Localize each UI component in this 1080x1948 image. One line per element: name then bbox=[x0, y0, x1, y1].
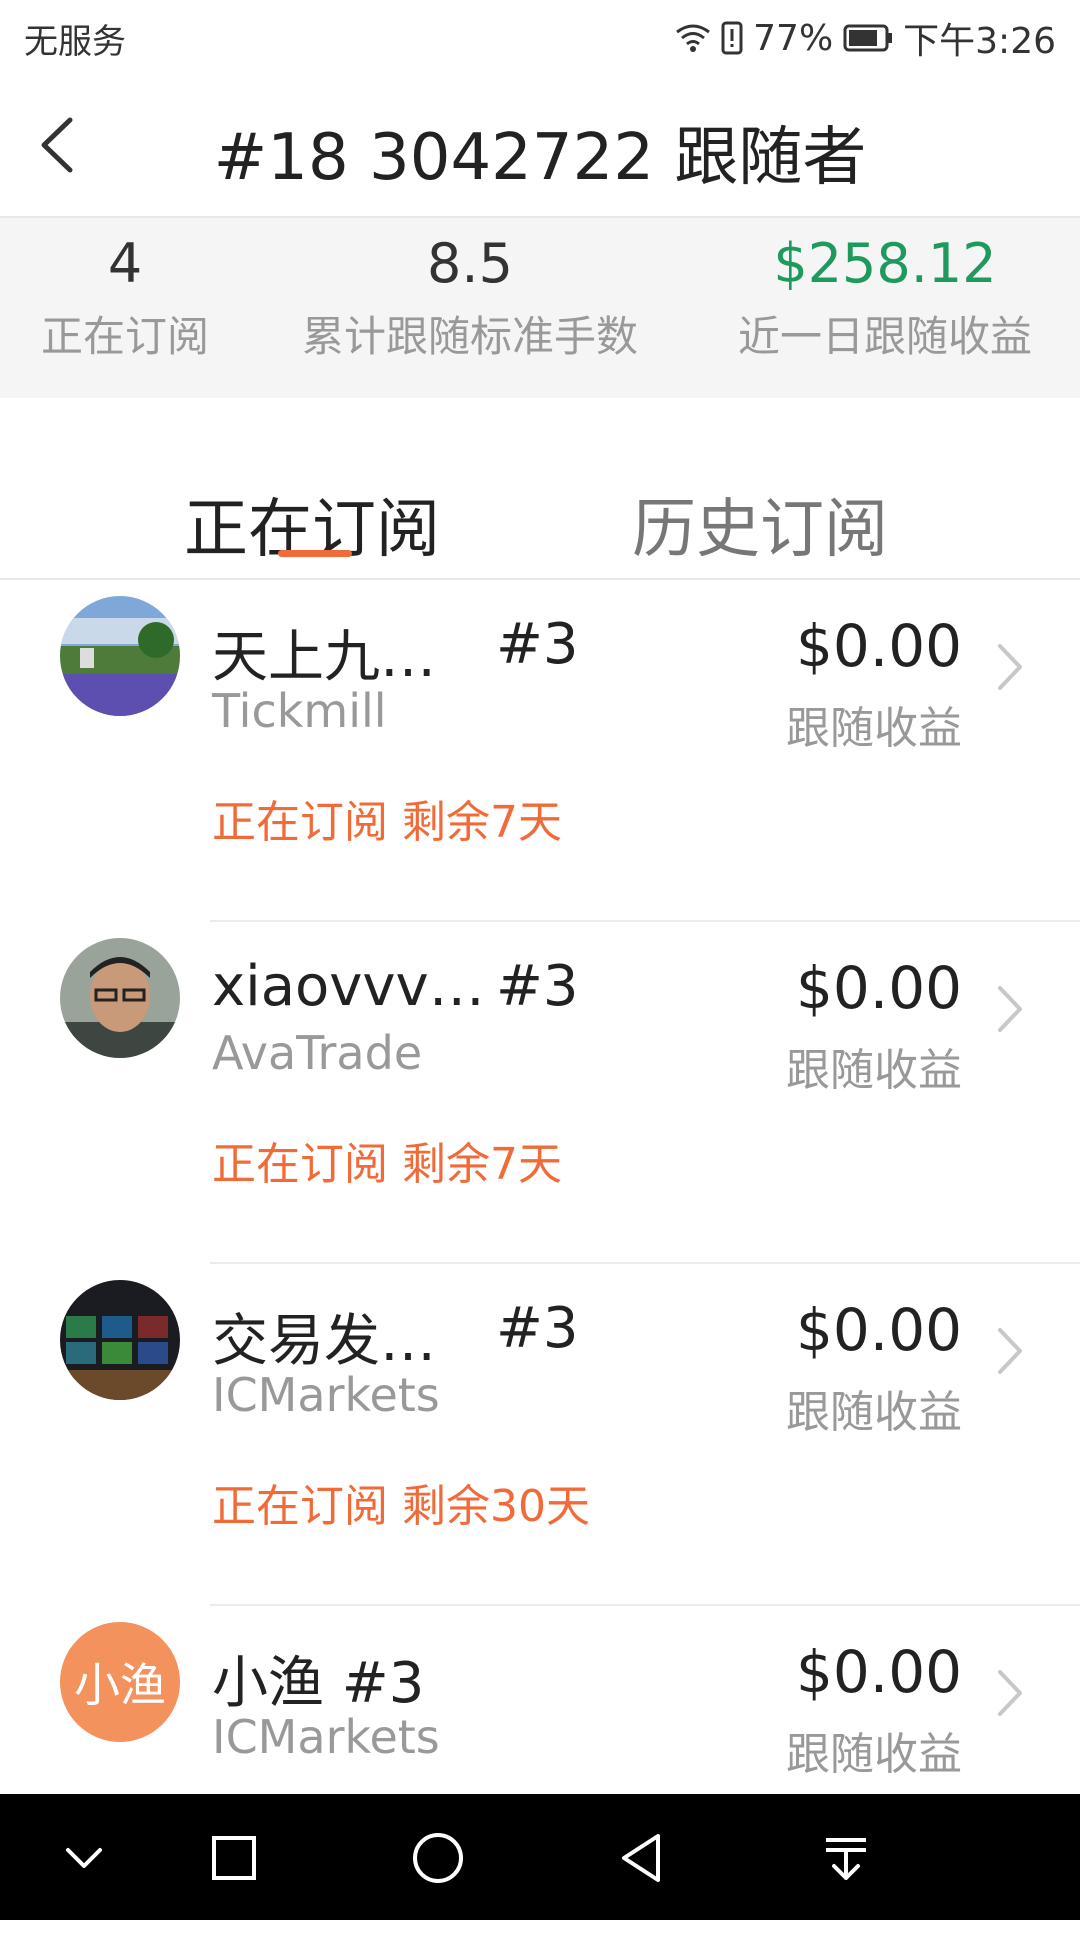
triangle-back-icon[interactable] bbox=[612, 1828, 672, 1888]
profit-label: 跟随收益 bbox=[786, 703, 962, 754]
broker: AvaTrade bbox=[212, 1026, 423, 1080]
tab-history[interactable]: 历史订阅 bbox=[632, 478, 888, 570]
subscription-status: 正在订阅 剩余30天 bbox=[212, 1481, 590, 1532]
subscription-status: 正在订阅 剩余7天 bbox=[212, 797, 562, 848]
battery-percent: 77% bbox=[753, 17, 834, 59]
profit-amount: $0.00 bbox=[795, 612, 962, 680]
carrier-text: 无服务 bbox=[24, 22, 126, 62]
profit-amount: $0.00 bbox=[795, 954, 962, 1022]
tab-bar: 正在订阅 历史订阅 bbox=[0, 398, 1080, 580]
subscriber-name: xiaovvv… bbox=[212, 954, 485, 1019]
rank: #3 bbox=[496, 1296, 579, 1361]
list-item[interactable]: xiaovvv… #3 AvaTrade $0.00 跟随收益 正在订阅 剩余7… bbox=[0, 922, 1080, 1264]
broker: ICMarkets bbox=[212, 1710, 440, 1764]
stats-panel: 4 正在订阅 8.5 累计跟随标准手数 $258.12 近一日跟随收益 bbox=[0, 218, 1080, 398]
avatar bbox=[60, 1280, 180, 1400]
rank: #3 bbox=[496, 954, 579, 1019]
profit-label: 跟随收益 bbox=[786, 1387, 962, 1438]
avatar: 小渔 bbox=[60, 1622, 180, 1742]
nav-bar: #18 3042722 跟随者 bbox=[0, 74, 1080, 218]
avatar bbox=[60, 596, 180, 716]
stat-lots: 8.5 累计跟随标准手数 bbox=[270, 218, 670, 364]
battery-icon bbox=[843, 24, 893, 52]
stat-value: 8.5 bbox=[427, 232, 513, 295]
tab-indicator bbox=[278, 550, 352, 557]
pull-down-icon[interactable] bbox=[816, 1828, 876, 1888]
clock: 下午3:26 bbox=[903, 21, 1056, 62]
subscriber-name: 小渔 #3 bbox=[212, 1651, 425, 1716]
alert-icon bbox=[721, 21, 743, 55]
stat-label: 正在订阅 bbox=[40, 312, 209, 361]
page-title: #18 3042722 跟随者 bbox=[213, 121, 867, 195]
chevron-right-icon bbox=[998, 1328, 1022, 1374]
stat-subscribing: 4 正在订阅 bbox=[0, 218, 250, 364]
stat-profit: $258.12 近一日跟随收益 bbox=[700, 218, 1070, 364]
profit-label: 跟随收益 bbox=[786, 1729, 962, 1780]
subscription-status: 正在订阅 剩余7天 bbox=[212, 1139, 562, 1190]
status-bar: 无服务 77% 下午3:26 bbox=[0, 0, 1080, 74]
chevron-right-icon bbox=[998, 986, 1022, 1032]
stat-label: 累计跟随标准手数 bbox=[301, 312, 638, 361]
subscriber-name: 天上九… bbox=[212, 625, 436, 690]
list-item[interactable]: 天上九… #3 Tickmill $0.00 跟随收益 正在订阅 剩余7天 bbox=[0, 580, 1080, 922]
wifi-icon bbox=[676, 24, 711, 52]
chevron-right-icon bbox=[998, 1670, 1022, 1716]
stat-value: $258.12 bbox=[773, 232, 997, 295]
stat-value: 4 bbox=[107, 232, 143, 295]
profit-amount: $0.00 bbox=[795, 1638, 962, 1706]
square-icon[interactable] bbox=[204, 1828, 264, 1888]
avatar bbox=[60, 938, 180, 1058]
circle-icon[interactable] bbox=[408, 1828, 468, 1888]
stat-label: 近一日跟随收益 bbox=[737, 312, 1032, 361]
subscriber-list: 天上九… #3 Tickmill $0.00 跟随收益 正在订阅 剩余7天 xi… bbox=[0, 580, 1080, 1948]
chevron-right-icon bbox=[998, 644, 1022, 690]
system-nav-bar bbox=[0, 1794, 1080, 1920]
subscriber-name: 交易发… bbox=[212, 1309, 436, 1374]
status-right: 77% 下午3:26 bbox=[675, 12, 1056, 64]
list-item[interactable]: 交易发… #3 ICMarkets $0.00 跟随收益 正在订阅 剩余30天 bbox=[0, 1264, 1080, 1606]
rank: #3 bbox=[496, 612, 579, 677]
chevron-down-icon[interactable] bbox=[54, 1828, 114, 1888]
profit-label: 跟随收益 bbox=[786, 1045, 962, 1096]
broker: Tickmill bbox=[212, 684, 387, 738]
broker: ICMarkets bbox=[212, 1368, 440, 1422]
profit-amount: $0.00 bbox=[795, 1296, 962, 1364]
